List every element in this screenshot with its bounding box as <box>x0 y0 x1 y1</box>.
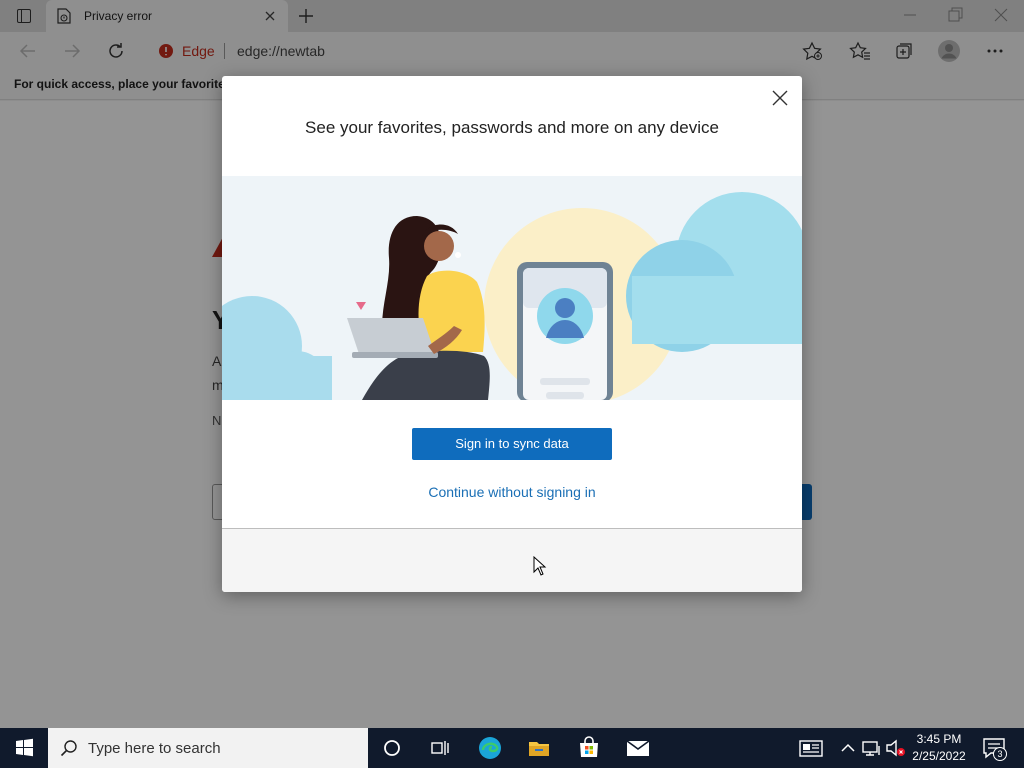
edge-taskbar-icon[interactable] <box>478 736 502 760</box>
cortana-icon[interactable] <box>380 736 404 760</box>
task-view-icon[interactable] <box>428 736 452 760</box>
microsoft-store-icon[interactable] <box>577 736 601 760</box>
file-explorer-icon[interactable] <box>527 736 551 760</box>
taskbar: Type here to search 3:45 PM 2/25/2022 3 <box>0 728 1024 768</box>
sync-dialog: See your favorites, passwords and more o… <box>222 76 802 592</box>
mouse-pointer-icon <box>533 556 547 576</box>
dialog-footer <box>222 528 802 592</box>
dialog-heading: See your favorites, passwords and more o… <box>305 118 719 137</box>
mail-icon[interactable] <box>626 736 650 760</box>
sign-in-to-sync-button[interactable]: Sign in to sync data <box>412 428 612 460</box>
search-icon <box>60 740 77 757</box>
system-clock[interactable]: 3:45 PM 2/25/2022 <box>900 731 978 765</box>
news-and-interests-icon[interactable] <box>799 736 823 760</box>
taskbar-search-box[interactable]: Type here to search <box>48 728 368 768</box>
clock-date: 2/25/2022 <box>912 749 966 763</box>
network-icon[interactable] <box>860 736 884 760</box>
clock-time: 3:45 PM <box>916 732 962 746</box>
search-placeholder: Type here to search <box>88 740 221 757</box>
notification-count-badge: 3 <box>993 747 1007 761</box>
continue-without-signing-in-link[interactable]: Continue without signing in <box>222 484 802 500</box>
show-hidden-icons-icon[interactable] <box>836 736 860 760</box>
windows-start-icon[interactable] <box>0 728 48 768</box>
sync-illustration <box>222 176 802 400</box>
close-dialog-icon[interactable] <box>770 88 790 108</box>
